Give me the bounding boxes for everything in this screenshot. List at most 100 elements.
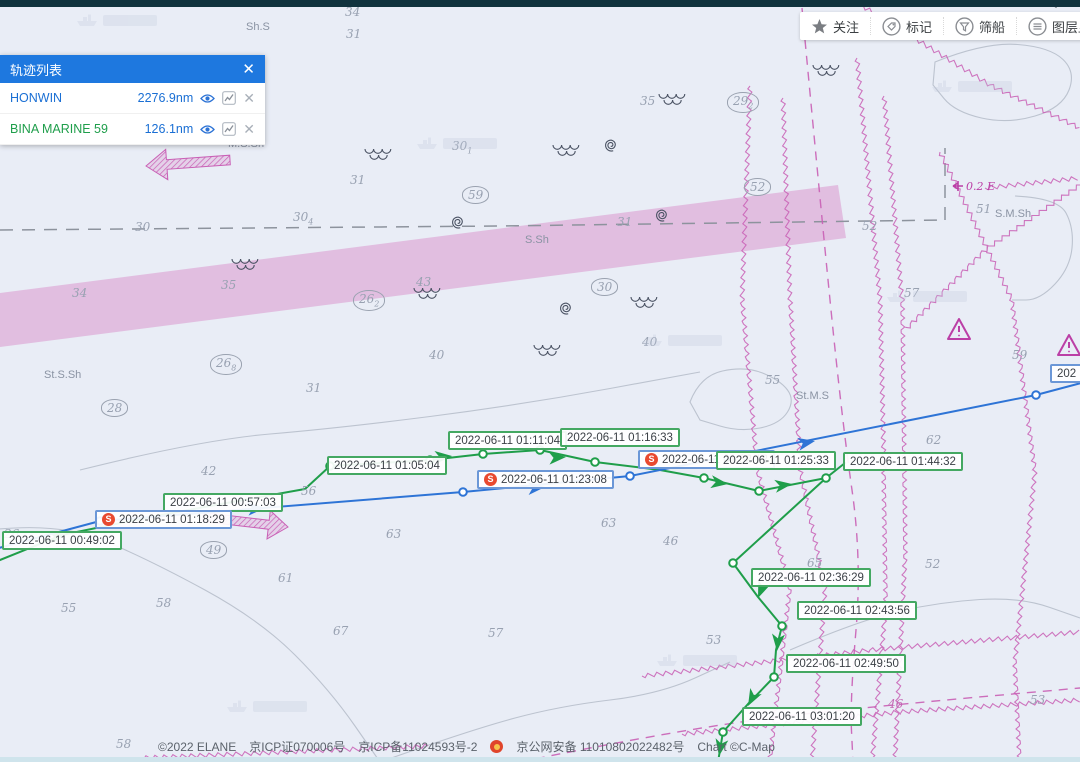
track-timestamp-label[interactable]: 2022-06-11 02:43:56 — [797, 601, 917, 620]
track-timestamp-label[interactable]: 2022-06-11 01:16:33 — [560, 428, 680, 447]
track-timestamp-label[interactable]: S2022-06-11 01:23:08 — [477, 470, 614, 489]
watermark-logo — [655, 652, 737, 668]
seabed-type-label: St.M.S — [796, 391, 829, 402]
depth-sounding: 31 — [350, 174, 365, 186]
footer-police: 京公网安备 11010802022482号 — [516, 738, 684, 755]
track-timestamp-label[interactable]: 2022-06-11 02:49:50 — [786, 654, 906, 673]
depth-sounding: 56 — [301, 485, 316, 497]
depth-sounding: 42 — [201, 465, 216, 477]
seabed-type-label: St.S.Sh — [44, 370, 81, 381]
timestamp-text: 2022-06-11 01:23:08 — [501, 474, 607, 486]
timestamp-text: 2022-06-11 00:57:03 — [170, 497, 276, 509]
depth-sounding: 35 — [221, 279, 236, 291]
ship-logo-icon — [75, 12, 99, 28]
ship-logo-icon — [885, 288, 909, 304]
ship-logo-icon — [415, 135, 439, 151]
circled-depth-sounding: 268 — [210, 354, 242, 375]
satellite-badge: S — [102, 513, 115, 526]
vessel-name[interactable]: BINA MARINE 59 — [10, 122, 138, 136]
ship-logo-icon — [655, 652, 679, 668]
track-list-row[interactable]: BINA MARINE 59126.1nm✕ — [0, 114, 265, 145]
eye-icon[interactable] — [200, 124, 215, 135]
police-badge-icon — [490, 740, 503, 753]
remove-track-icon[interactable]: ✕ — [243, 122, 255, 136]
watermark-text-bar — [913, 291, 967, 302]
star-icon — [811, 18, 828, 35]
depth-sounding: 35 — [640, 95, 655, 107]
depth-sounding: 34 — [345, 6, 360, 18]
timestamp-text: 202 — [1057, 368, 1076, 380]
track-list-row[interactable]: HONWIN2276.9nm✕ — [0, 83, 265, 114]
track-timestamp-label[interactable]: 2022-06-11 00:49:02 — [2, 531, 122, 550]
watermark-logo — [930, 78, 1012, 94]
app-stage: 0.2 E 3431353013130304315251343543574059… — [0, 0, 1080, 762]
timestamp-text: 2022-06-11 01:44:32 — [850, 456, 956, 468]
timestamp-text: 2022-06-11 02:43:56 — [804, 605, 910, 617]
eye-icon[interactable] — [200, 93, 215, 104]
track-timestamp-label[interactable]: S 2022-06-11 01:18:29 — [95, 510, 232, 529]
timestamp-text: 2022-06-11 01:05:04 — [334, 460, 440, 472]
track-timestamp-label[interactable]: 2022-06-11 01:25:33 — [716, 451, 836, 470]
track-timestamp-label[interactable]: 2022-06-11 01:11:04 — [448, 431, 567, 450]
track-timestamp-label[interactable]: 2022-06-11 01:05:04 — [327, 456, 447, 475]
depth-sounding: 43 — [416, 276, 431, 288]
watermark-logo — [225, 698, 307, 714]
close-icon[interactable]: ✕ — [242, 62, 255, 77]
depth-sounding: 57 — [488, 627, 503, 639]
seabed-type-label: Sh.S — [246, 22, 270, 33]
timestamp-text: 2022-06-11 01:16:33 — [567, 432, 673, 444]
toolbar-button-star[interactable]: 关注 — [800, 17, 870, 35]
visibility-toggle[interactable] — [200, 124, 215, 135]
toolbar-button-funnel[interactable]: 筛船 — [943, 17, 1016, 35]
ship-logo-icon — [225, 698, 249, 714]
toolbar-button-layers[interactable]: 图层显示 — [1016, 17, 1080, 35]
footer-icp1: 京ICP证070006号 — [249, 738, 345, 755]
depth-sounding: 31 — [306, 382, 321, 394]
visibility-toggle[interactable] — [200, 93, 215, 104]
timestamp-text: 2022-06-11 01:11:04 — [455, 435, 560, 447]
circled-depth-sounding: 49 — [200, 541, 227, 559]
track-timestamp-label[interactable]: 2022-06-11 03:01:20 — [742, 707, 862, 726]
toolbar-button-tag[interactable]: 标记 — [870, 17, 943, 35]
circled-depth-sounding: 262 — [353, 290, 385, 311]
footer-chart-credit: Chart ©C-Map — [697, 740, 775, 754]
seabed-type-label: S.M.Sh — [995, 209, 1031, 220]
track-panel-header: 轨迹列表 ✕ — [0, 55, 265, 83]
track-list-panel: 轨迹列表 ✕ HONWIN2276.9nm✕BINA MARINE 59126.… — [0, 55, 265, 145]
depth-sounding: 63 — [601, 517, 616, 529]
funnel-icon — [955, 17, 974, 36]
circled-depth-sounding: 28 — [101, 399, 128, 417]
toolbar-button-label: 图层显示 — [1052, 17, 1080, 36]
top-window-strip — [0, 0, 1080, 7]
remove-track-icon[interactable]: ✕ — [243, 91, 255, 105]
track-chart-icon[interactable] — [222, 122, 236, 136]
depth-sounding: 53 — [1030, 694, 1045, 706]
watermark-logo — [885, 288, 967, 304]
bottom-window-strip — [0, 757, 1080, 762]
speed-chart-button[interactable] — [222, 91, 236, 105]
ship-logo-icon — [640, 332, 664, 348]
track-timestamp-label[interactable]: 2022-06-11 01:44:32 — [843, 452, 963, 471]
depth-sounding: 40 — [429, 349, 444, 361]
track-timestamp-label[interactable]: 2022-06-11 02:36:29 — [751, 568, 871, 587]
circled-depth-sounding: 292 — [727, 92, 759, 113]
watermark-text-bar — [443, 138, 497, 149]
timestamp-text: 2022-06-11 02:36:29 — [758, 572, 864, 584]
depth-sounding: 31 — [346, 28, 361, 40]
depth-sounding: 52 — [925, 558, 940, 570]
depth-sounding: 62 — [926, 434, 941, 446]
toolbar-button-label: 筛船 — [979, 17, 1005, 36]
watermark-logo — [75, 12, 157, 28]
timestamp-text: 2022-06-11 01:25:33 — [723, 455, 829, 467]
watermark-logo — [640, 332, 722, 348]
track-chart-icon[interactable] — [222, 91, 236, 105]
vessel-name[interactable]: HONWIN — [10, 91, 131, 105]
tag-icon — [882, 17, 901, 36]
timestamp-text: 2022-06-11 03:01:20 — [749, 711, 855, 723]
footer-icp2: 京ICP备11024593号-2 — [358, 738, 477, 755]
speed-chart-button[interactable] — [222, 122, 236, 136]
timestamp-text: 2022-06-11 01:18:29 — [119, 514, 225, 526]
depth-sounding: 61 — [278, 572, 293, 584]
track-timestamp-label[interactable]: 202 — [1050, 364, 1080, 383]
depth-sounding: 46 — [663, 535, 678, 547]
